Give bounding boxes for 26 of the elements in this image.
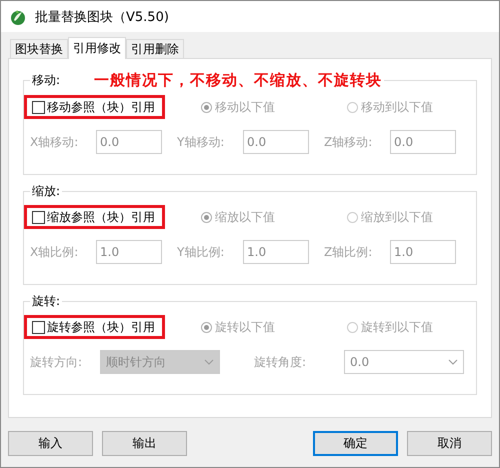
dialog-button[interactable]: 确定 <box>313 430 398 456</box>
field-label: Y轴移动: <box>177 134 226 150</box>
window-title: 批量替换图块（V5.50) <box>35 8 169 26</box>
checkbox[interactable]: 移动参照（块）引用 <box>24 95 165 119</box>
group-title: 旋转: <box>32 293 60 310</box>
field-label: 旋转方向: <box>30 354 84 370</box>
checkbox[interactable]: 旋转参照（块）引用 <box>24 315 165 339</box>
tab[interactable]: 引用修改 <box>68 37 126 59</box>
field-label: 旋转角度: <box>254 354 308 370</box>
field-label: Z轴比例: <box>324 244 374 260</box>
app-icon <box>9 8 27 26</box>
annotation-text: 一般情况下，不移动、不缩放、不旋转块 <box>94 71 382 90</box>
tab[interactable]: 图块替换 <box>10 39 68 58</box>
field-label: X轴移动: <box>30 134 80 150</box>
dialog-button[interactable]: 输入 <box>8 430 93 456</box>
field-label: X轴比例: <box>30 244 80 260</box>
group-title: 缩放: <box>32 183 60 200</box>
chevron-down-icon <box>204 359 214 365</box>
dialog-button[interactable]: 输出 <box>102 430 187 456</box>
dialog-button[interactable]: 取消 <box>407 430 492 456</box>
chevron-down-icon <box>448 359 458 365</box>
field-label: Y轴比例: <box>177 244 226 260</box>
group-title: 移动: <box>32 72 60 89</box>
field-label: Z轴移动: <box>324 134 374 150</box>
tab[interactable]: 引用删除 <box>126 39 184 58</box>
checkbox[interactable]: 缩放参照（块）引用 <box>24 205 165 229</box>
